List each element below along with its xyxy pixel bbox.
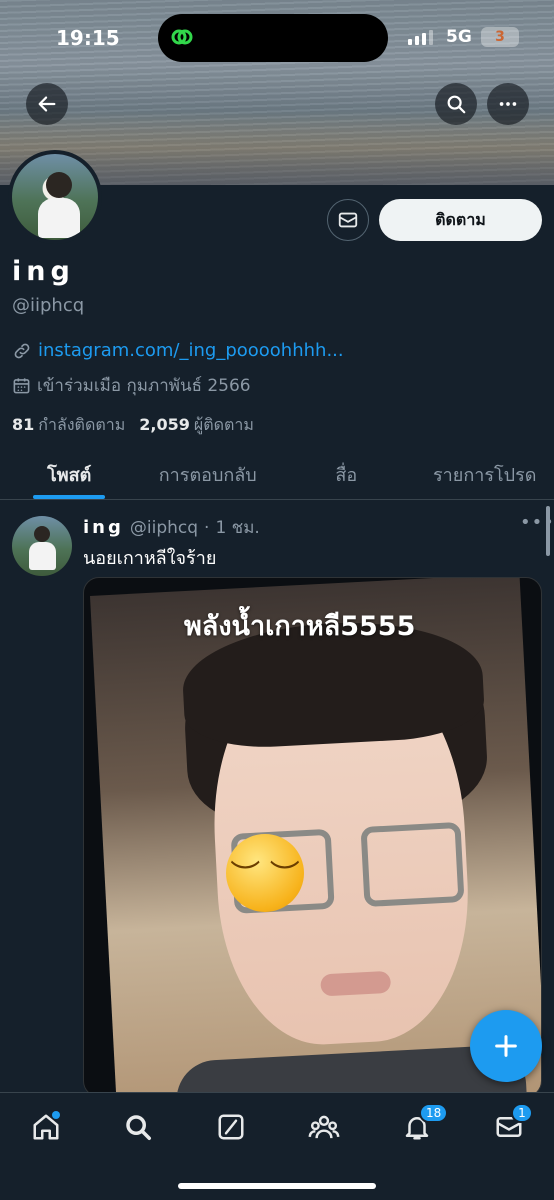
search-button[interactable] [435,83,477,125]
home-indicator[interactable] [178,1183,376,1189]
followers-count: 2,059 [139,415,190,434]
mail-icon [338,212,358,228]
post-avatar[interactable] [12,516,72,576]
messages-badge: 1 [511,1103,533,1123]
link-icon [14,343,30,358]
followers-stat[interactable]: 2,059 ผู้ติดตาม [139,413,254,438]
more-horizontal-icon [499,102,517,106]
nav-search[interactable] [118,1107,158,1147]
signal-icon [408,29,434,45]
nav-notifications[interactable]: 18 [397,1103,449,1147]
nav-home[interactable] [26,1107,66,1147]
follow-button[interactable]: ติดตาม [379,199,542,241]
display-name: ing [12,256,75,287]
message-button[interactable] [327,199,369,241]
media-caption: พลังน้ำเกาหลี5555 [184,611,416,642]
search-icon [447,95,466,114]
following-count: 81 [12,415,35,434]
more-options-button[interactable] [487,83,529,125]
tab-media[interactable]: สื่อ [277,446,416,499]
joined-text: เข้าร่วมเมือ กุมภาพันธ์ 2566 [37,376,251,396]
profile-avatar[interactable] [8,150,102,244]
link-activity-icon [168,24,196,52]
joined-date: เข้าร่วมเมือ กุมภาพันธ์ 2566 [12,372,251,399]
compose-post-button[interactable] [470,1010,542,1082]
post-photo [90,578,541,1096]
profile-tabs: โพสต์ การตอบกลับ สื่อ รายการโปรด [0,446,554,500]
notifications-badge: 18 [419,1103,449,1123]
profile-link[interactable]: instagram.com/_ing_poooohhhh... [12,340,344,361]
tab-likes[interactable]: รายการโปรด [416,446,554,499]
following-stat[interactable]: 81 กำลังติดตาม [12,413,125,438]
profile-handle: @iiphcq [12,295,85,316]
network-type: 5G [446,27,472,47]
arrow-left-icon [38,96,56,112]
post-header: ing @iiphcq · 1 ชม. [83,514,260,541]
communities-icon [308,1115,340,1139]
followers-label: ผู้ติดตาม [193,415,254,434]
tab-replies[interactable]: การตอบกลับ [139,446,278,499]
plus-icon [495,1035,517,1057]
dynamic-island [158,14,388,62]
search-icon [126,1115,151,1140]
tab-posts[interactable]: โพสต์ [0,446,139,499]
following-label: กำลังติดตาม [38,415,126,434]
post-author-handle: @iiphcq [129,518,199,538]
post-media[interactable]: พลังน้ำเกาหลี5555 ︶ ︶ [83,577,542,1097]
calendar-icon [13,378,30,394]
nav-messages[interactable]: 1 [489,1103,533,1147]
post-time: 1 ชม. [215,518,260,538]
profile-link-text[interactable]: instagram.com/_ing_poooohhhh... [38,340,344,361]
post-separator: · [204,518,210,538]
status-time: 19:15 [56,26,120,50]
back-button[interactable] [26,83,68,125]
battery-indicator: 3 [481,27,519,47]
post-text: นอยเกาหลีใจร้าย [83,548,217,569]
scrollbar[interactable] [546,506,550,556]
home-unread-dot [52,1111,60,1119]
grok-icon [218,1114,244,1140]
pensive-sleepy-emoji-icon: ︶ ︶ [226,834,304,912]
post-author-name[interactable]: ing [83,517,124,538]
nav-communities[interactable] [304,1107,344,1147]
follow-stats: 81 กำลังติดตาม 2,059 ผู้ติดตาม [12,413,254,438]
nav-grok[interactable] [211,1107,251,1147]
